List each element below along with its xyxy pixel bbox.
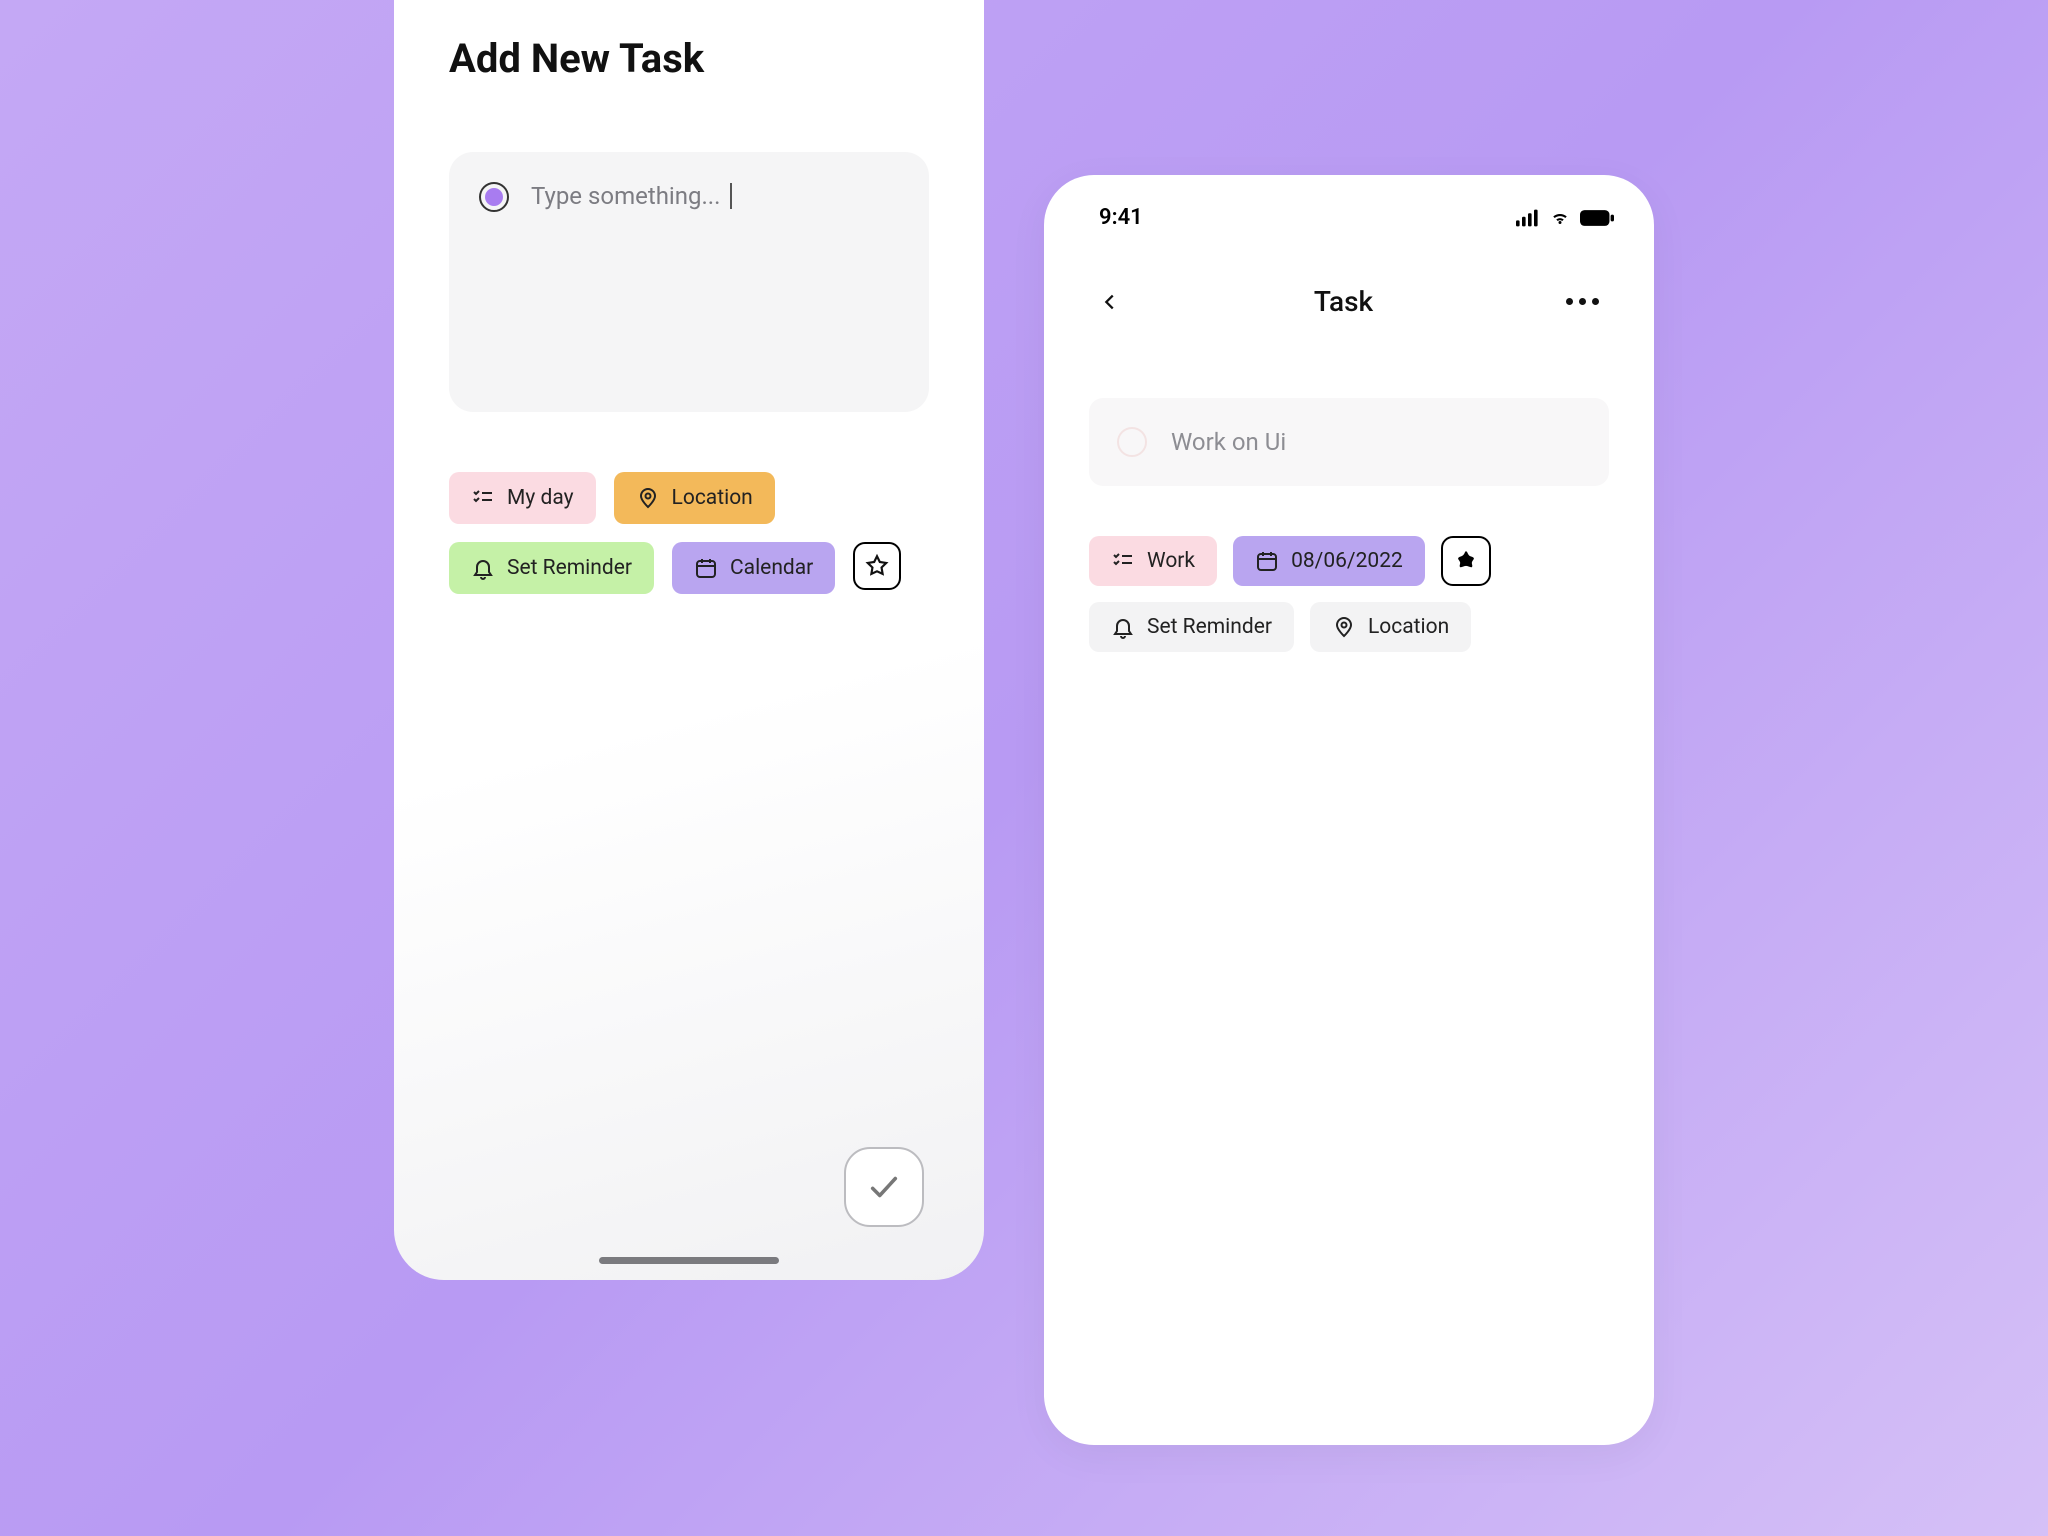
add-task-screen: Add New Task Type something... My day Lo… — [394, 0, 984, 1280]
bell-icon — [471, 556, 495, 580]
detail-chip-row: Work 08/06/2022 Set Reminder Location — [1089, 536, 1609, 652]
date-label: 08/06/2022 — [1291, 549, 1403, 573]
battery-icon — [1580, 209, 1614, 227]
more-button[interactable] — [1566, 298, 1599, 305]
work-label: Work — [1147, 549, 1195, 573]
task-color-dot — [485, 188, 503, 206]
location-icon — [1332, 615, 1356, 639]
more-icon — [1566, 298, 1599, 305]
home-indicator[interactable] — [599, 1257, 779, 1264]
page-title: Add New Task — [449, 35, 929, 82]
work-chip[interactable]: Work — [1089, 536, 1217, 586]
check-icon — [867, 1170, 901, 1204]
location-label-detail: Location — [1368, 615, 1449, 639]
task-color-indicator[interactable] — [479, 182, 509, 212]
location-chip[interactable]: Location — [614, 472, 775, 524]
my-day-label: My day — [507, 486, 574, 510]
nav-bar: Task — [1044, 230, 1654, 318]
text-caret — [730, 183, 732, 209]
calendar-label: Calendar — [730, 556, 813, 580]
calendar-icon — [1255, 549, 1279, 573]
location-label: Location — [672, 486, 753, 510]
star-icon — [864, 553, 890, 579]
location-chip-detail[interactable]: Location — [1310, 602, 1471, 652]
task-text: Work on Ui — [1171, 428, 1286, 456]
bell-icon — [1111, 615, 1135, 639]
cellular-icon — [1516, 209, 1540, 227]
checklist-icon — [1111, 549, 1135, 573]
task-input-placeholder: Type something... — [531, 182, 732, 210]
task-detail-screen: 9:41 Task Work on Ui Work 08/06/2 — [1044, 175, 1654, 1445]
task-placeholder-text: Type something... — [531, 182, 720, 210]
chevron-left-icon — [1099, 291, 1121, 313]
back-button[interactable] — [1099, 291, 1121, 313]
calendar-chip[interactable]: Calendar — [672, 542, 835, 594]
favorite-chip-filled[interactable] — [1441, 536, 1491, 586]
task-row[interactable]: Work on Ui — [1089, 398, 1609, 486]
fab-area — [449, 1147, 929, 1257]
task-input-box[interactable]: Type something... — [449, 152, 929, 412]
reminder-label-detail: Set Reminder — [1147, 615, 1272, 639]
reminder-label: Set Reminder — [507, 556, 632, 580]
status-icons — [1516, 209, 1614, 227]
date-chip[interactable]: 08/06/2022 — [1233, 536, 1425, 586]
star-filled-icon — [1453, 548, 1479, 574]
location-icon — [636, 486, 660, 510]
calendar-icon — [694, 556, 718, 580]
checklist-icon — [471, 486, 495, 510]
task-detail-content: Work on Ui Work 08/06/2022 Set Reminder … — [1044, 318, 1654, 652]
task-checkbox[interactable] — [1117, 427, 1147, 457]
reminder-chip-detail[interactable]: Set Reminder — [1089, 602, 1294, 652]
add-task-content: Add New Task Type something... My day Lo… — [394, 0, 984, 1257]
my-day-chip[interactable]: My day — [449, 472, 596, 524]
chip-row: My day Location Set Reminder Calendar — [449, 472, 929, 594]
reminder-chip[interactable]: Set Reminder — [449, 542, 654, 594]
status-bar: 9:41 — [1044, 175, 1654, 230]
nav-title: Task — [1314, 285, 1373, 318]
wifi-icon — [1548, 209, 1572, 227]
favorite-chip[interactable] — [853, 542, 901, 590]
status-time: 9:41 — [1099, 205, 1143, 230]
confirm-button[interactable] — [844, 1147, 924, 1227]
